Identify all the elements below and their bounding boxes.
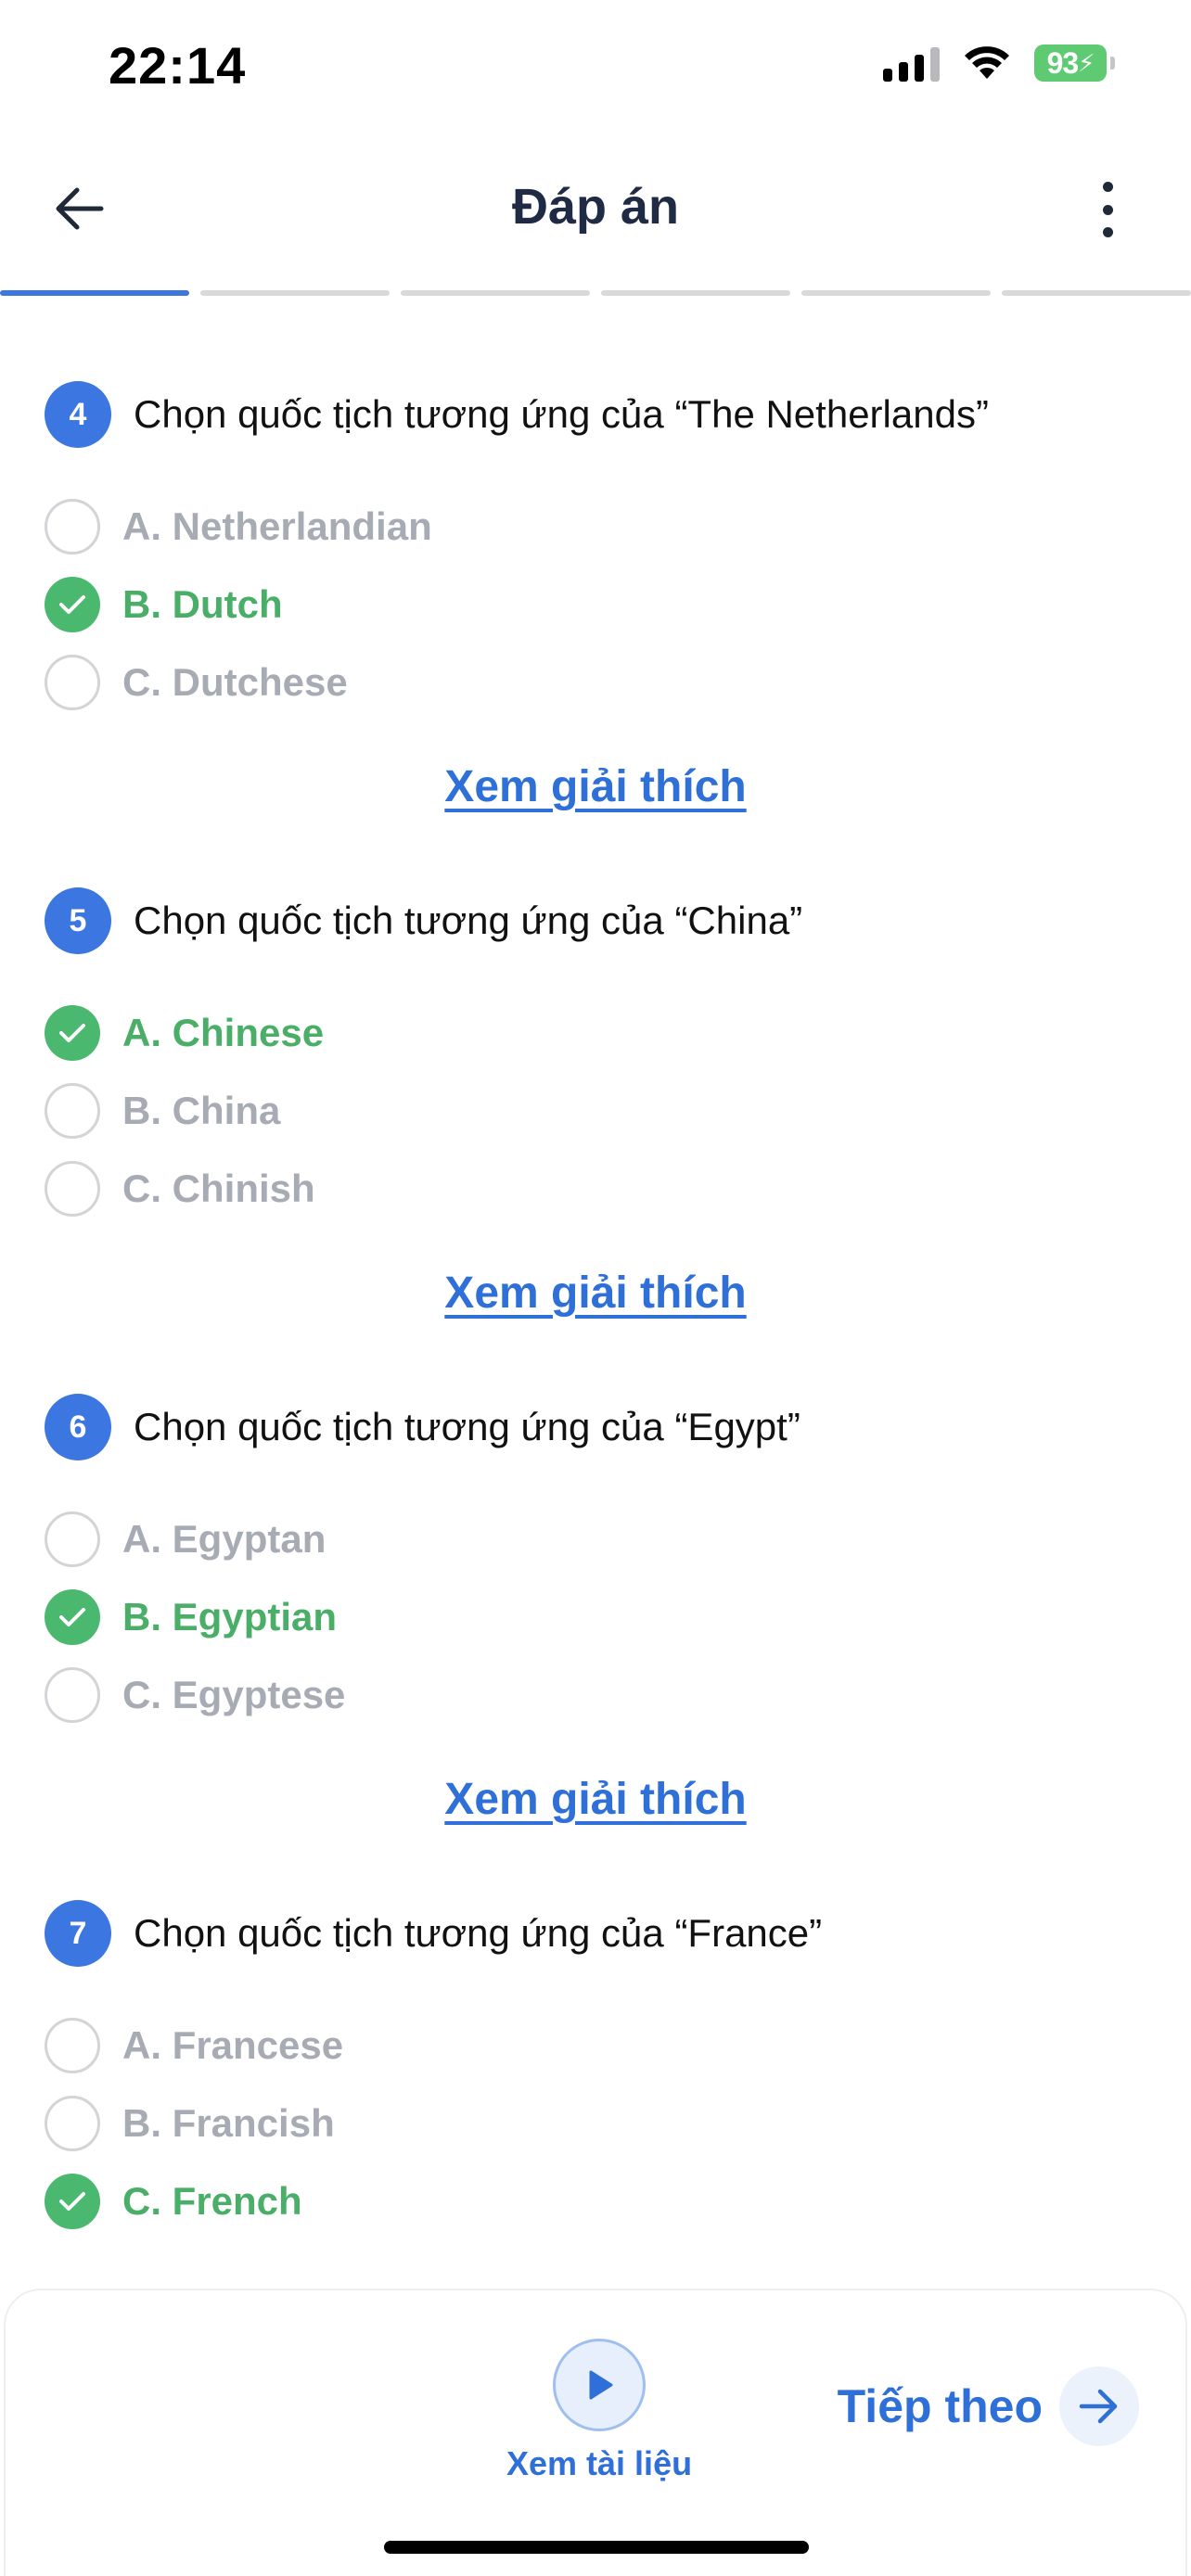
answer-option-correct[interactable]: A. Chinese: [45, 1005, 324, 1061]
question-header: 7 Chọn quốc tịch tương ứng của “France”: [45, 1900, 822, 1967]
answer-option[interactable]: A. Francese: [45, 2018, 343, 2073]
answer-option[interactable]: C. Dutchese: [45, 655, 348, 710]
check-circle-icon: [45, 1589, 100, 1645]
radio-empty-icon: [45, 1511, 100, 1567]
progress-segment[interactable]: [601, 290, 790, 296]
answer-option-correct[interactable]: B. Dutch: [45, 577, 283, 632]
answer-option-label: A. Egyptan: [122, 1517, 327, 1561]
top-nav: Đáp án: [0, 158, 1191, 260]
progress-segment[interactable]: [1002, 290, 1191, 296]
question-number-badge: 7: [45, 1900, 111, 1967]
question-number-badge: 5: [45, 887, 111, 954]
view-documents-label: Xem tài liệu: [506, 2444, 693, 2482]
battery-icon: 93 ⚡: [1034, 45, 1115, 82]
question-number-badge: 6: [45, 1394, 111, 1460]
question-text: Chọn quốc tịch tương ứng của “The Nether…: [134, 392, 989, 436]
answers-screen: 22:14 93 ⚡ Đáp án 4 Chọn quốc tịch tương…: [0, 0, 1191, 2576]
home-indicator[interactable]: [384, 2541, 809, 2554]
radio-empty-icon: [45, 655, 100, 710]
battery-level: 93 ⚡: [1034, 45, 1107, 82]
radio-empty-icon: [45, 1161, 100, 1217]
radio-empty-icon: [45, 1083, 100, 1139]
answer-option-label: B. Dutch: [122, 582, 283, 626]
more-options-button[interactable]: [1089, 182, 1126, 237]
answer-option[interactable]: B. Francish: [45, 2096, 335, 2151]
radio-empty-icon: [45, 2096, 100, 2151]
cellular-signal-icon: [883, 45, 940, 82]
answer-option[interactable]: A. Netherlandian: [45, 499, 432, 555]
view-documents-button[interactable]: Xem tài liệu: [506, 2339, 692, 2483]
explanation-link-wrap: Xem giải thích: [0, 1268, 1191, 1319]
answer-option-correct[interactable]: C. French: [45, 2174, 302, 2229]
check-circle-icon: [45, 577, 100, 632]
question-header: 4 Chọn quốc tịch tương ứng của “The Neth…: [45, 381, 989, 448]
explanation-link-wrap: Xem giải thích: [0, 1774, 1191, 1825]
question-header: 5 Chọn quốc tịch tương ứng của “China”: [45, 887, 802, 954]
next-button-label: Tiếp theo: [837, 2380, 1043, 2432]
question-text: Chọn quốc tịch tương ứng của “China”: [134, 899, 803, 942]
answer-option-label: A. Netherlandian: [122, 504, 432, 548]
answer-option[interactable]: B. China: [45, 1083, 280, 1139]
radio-empty-icon: [45, 499, 100, 555]
progress-segment[interactable]: [0, 290, 189, 296]
answer-option-correct[interactable]: B. Egyptian: [45, 1589, 337, 1645]
page-title: Đáp án: [511, 179, 680, 235]
question-text: Chọn quốc tịch tương ứng của “France”: [134, 1911, 823, 1955]
question-number-badge: 4: [45, 381, 111, 448]
answer-option-label: C. Chinish: [122, 1167, 315, 1210]
check-circle-icon: [45, 2174, 100, 2229]
bottom-action-bar: Xem tài liệu Tiếp theo: [4, 2289, 1187, 2576]
question-progress: [0, 290, 1191, 298]
answer-option-label: C. French: [122, 2179, 302, 2223]
progress-segment[interactable]: [200, 290, 390, 296]
radio-empty-icon: [45, 2018, 100, 2073]
answer-option[interactable]: C. Egyptese: [45, 1667, 345, 1723]
question-header: 6 Chọn quốc tịch tương ứng của “Egypt”: [45, 1394, 800, 1460]
view-explanation-link[interactable]: Xem giải thích: [444, 1775, 746, 1824]
status-bar: 22:14 93 ⚡: [0, 0, 1191, 139]
answer-option-label: C. Egyptese: [122, 1673, 346, 1716]
answer-option-label: A. Chinese: [122, 1011, 325, 1054]
answer-option-label: B. China: [122, 1089, 281, 1132]
progress-segment[interactable]: [801, 290, 991, 296]
answer-option-label: B. Egyptian: [122, 1595, 338, 1639]
status-time: 22:14: [109, 36, 247, 95]
answer-option-label: A. Francese: [122, 2023, 344, 2067]
explanation-link-wrap: Xem giải thích: [0, 761, 1191, 812]
answer-option-label: C. Dutchese: [122, 660, 348, 704]
answer-option-label: B. Francish: [122, 2101, 335, 2145]
answer-option[interactable]: A. Egyptan: [45, 1511, 326, 1567]
view-explanation-link[interactable]: Xem giải thích: [444, 1269, 746, 1318]
play-icon: [553, 2339, 646, 2431]
battery-percent: 93: [1046, 45, 1080, 80]
view-explanation-link[interactable]: Xem giải thích: [444, 762, 746, 811]
answer-option[interactable]: C. Chinish: [45, 1161, 315, 1217]
question-text: Chọn quốc tịch tương ứng của “Egypt”: [134, 1405, 800, 1448]
wifi-icon: [964, 45, 1010, 81]
arrow-right-icon: [1059, 2366, 1139, 2446]
next-button[interactable]: Tiếp theo: [838, 2366, 1139, 2446]
check-circle-icon: [45, 1005, 100, 1061]
progress-segment[interactable]: [401, 290, 590, 296]
status-icons: 93 ⚡: [883, 45, 1115, 82]
radio-empty-icon: [45, 1667, 100, 1723]
